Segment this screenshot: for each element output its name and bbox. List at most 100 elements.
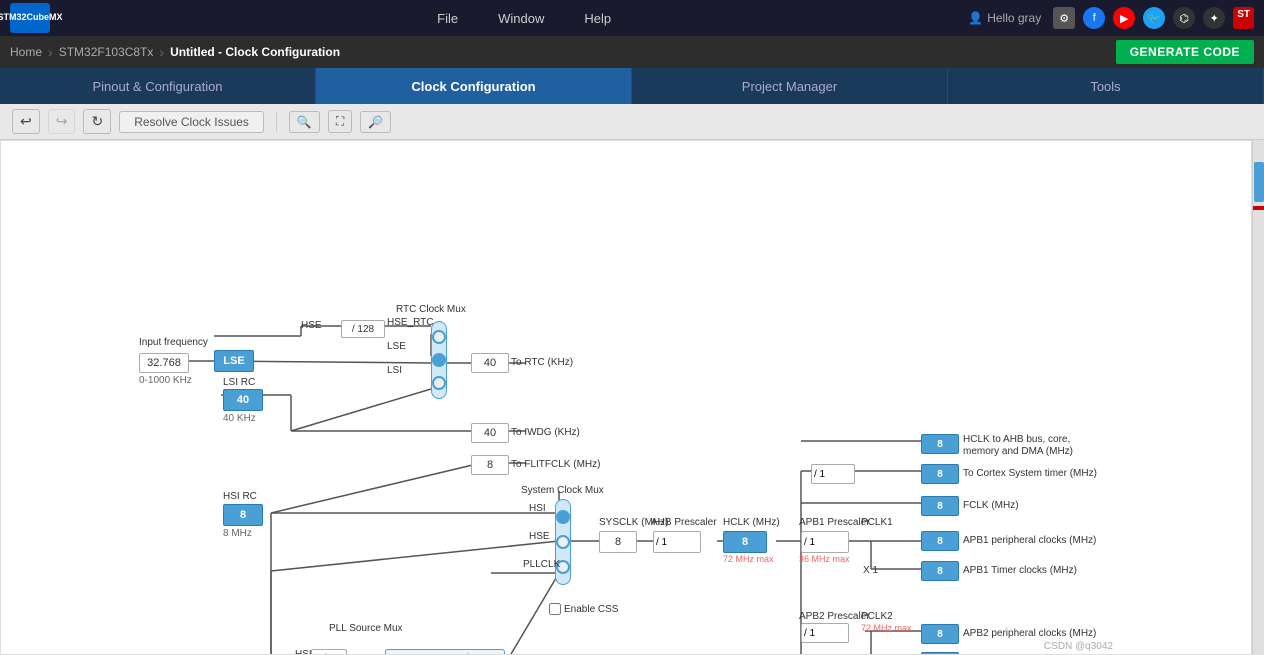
refresh-button[interactable]: ↻ bbox=[83, 109, 111, 134]
facebook-icon[interactable]: f bbox=[1083, 7, 1105, 29]
apb1-periph-box[interactable]: 8 bbox=[921, 531, 959, 551]
github-icon[interactable]: ⌬ bbox=[1173, 7, 1195, 29]
ahb-prescaler-label: AHB Prescaler bbox=[651, 517, 717, 528]
scrollbar-thumb[interactable] bbox=[1254, 162, 1264, 202]
user-label: Hello gray bbox=[987, 11, 1041, 25]
breadcrumb-sep-1: › bbox=[48, 44, 53, 60]
hsi-rc-box[interactable]: 8 bbox=[223, 504, 263, 526]
hclk-label: HCLK (MHz) bbox=[723, 517, 780, 528]
ahb-div-select[interactable]: / 1 bbox=[653, 531, 701, 553]
pclk2-max-label: 72 MHz max bbox=[861, 623, 912, 633]
rtc-mux-radio-1[interactable] bbox=[432, 330, 446, 344]
to-rtc-box[interactable]: 40 bbox=[471, 353, 509, 373]
hse-rtc-label: HSE_RTC bbox=[387, 317, 434, 328]
menu-file[interactable]: File bbox=[437, 11, 458, 26]
sys-clk-mux-label: System Clock Mux bbox=[521, 485, 604, 496]
lsi-mux-label: LSI bbox=[387, 365, 402, 376]
cortex-timer-label: To Cortex System timer (MHz) bbox=[963, 468, 1097, 479]
resolve-clock-button[interactable]: Resolve Clock Issues bbox=[119, 111, 264, 133]
lsi-khz-label: 40 KHz bbox=[223, 413, 256, 424]
cortex-div-select[interactable]: / 1 bbox=[811, 464, 855, 484]
pclk2-label: PCLK2 bbox=[861, 611, 893, 622]
rtc-mux-label: RTC Clock Mux bbox=[396, 304, 466, 315]
to-flit-box[interactable]: 8 bbox=[471, 455, 509, 475]
apb1-div-select[interactable]: / 1 bbox=[801, 531, 849, 553]
cortex-box[interactable]: 8 bbox=[921, 464, 959, 484]
apb1-timer-box[interactable]: 8 bbox=[921, 561, 959, 581]
right-scrollbar[interactable] bbox=[1252, 140, 1264, 655]
apb2-div-select[interactable]: / 1 bbox=[801, 623, 849, 643]
hclk-ahb2-label: memory and DMA (MHz) bbox=[963, 446, 1073, 457]
rtc-mux-radio-2[interactable] bbox=[432, 353, 446, 367]
menu-window[interactable]: Window bbox=[498, 11, 544, 26]
apb2-prescaler-label: APB2 Prescaler bbox=[799, 611, 870, 622]
pll-block bbox=[385, 649, 505, 655]
hclk-box[interactable]: 8 bbox=[723, 531, 767, 553]
to-flit-label: To FLITFCLK (MHz) bbox=[511, 459, 600, 470]
breadcrumb-bar: Home › STM32F103C8Tx › Untitled - Clock … bbox=[0, 36, 1264, 68]
hsi-pll-label: HSI bbox=[295, 649, 312, 655]
apb2-periph-box[interactable]: 8 bbox=[921, 624, 959, 644]
pll-src-mux-label: PLL Source Mux bbox=[329, 623, 403, 634]
lse-mux-label: LSE bbox=[387, 341, 406, 352]
lse-button[interactable]: LSE bbox=[214, 350, 254, 372]
st-logo: ST bbox=[1233, 7, 1254, 29]
sysclk-box[interactable]: 8 bbox=[599, 531, 637, 553]
sys-mux-hse[interactable] bbox=[556, 535, 570, 549]
toolbar-separator bbox=[276, 112, 277, 132]
tab-bar: Pinout & Configuration Clock Configurati… bbox=[0, 68, 1264, 104]
sys-clk-mux-block bbox=[555, 499, 571, 585]
breadcrumb-home[interactable]: Home bbox=[10, 45, 42, 59]
clock-diagram: Input frequency 32.768 0-1000 KHz LSE LS… bbox=[1, 141, 1121, 655]
stm32-logo: STM32 CubeMX bbox=[10, 3, 50, 33]
lse-freq-box[interactable]: 32.768 bbox=[139, 353, 189, 373]
tab-tools[interactable]: Tools bbox=[948, 68, 1264, 104]
zoom-in-button[interactable]: 🔍 bbox=[289, 111, 320, 133]
menu-help[interactable]: Help bbox=[584, 11, 611, 26]
apb1-max-label: 36 MHz max bbox=[799, 554, 850, 564]
hsi-mux-label: HSI bbox=[529, 503, 546, 514]
enable-css-label[interactable]: Enable CSS bbox=[549, 603, 618, 615]
hsi-div2-box[interactable]: / 2 bbox=[311, 649, 347, 655]
clock-canvas: Input frequency 32.768 0-1000 KHz LSE LS… bbox=[0, 140, 1252, 655]
youtube-icon[interactable]: ▶ bbox=[1113, 7, 1135, 29]
social-icons: ⚙ f ▶ 🐦 ⌬ ✦ ST bbox=[1053, 7, 1254, 29]
network-icon[interactable]: ✦ bbox=[1203, 7, 1225, 29]
tab-pinout[interactable]: Pinout & Configuration bbox=[0, 68, 316, 104]
to-iwdg-label: To IWDG (KHz) bbox=[511, 427, 580, 438]
watermark: CSDN @q3042 bbox=[1044, 641, 1113, 652]
tab-project[interactable]: Project Manager bbox=[632, 68, 948, 104]
hsi-mhz-label: 8 MHz bbox=[223, 528, 252, 539]
to-iwdg-box[interactable]: 40 bbox=[471, 423, 509, 443]
breadcrumb-sep-2: › bbox=[159, 44, 164, 60]
enable-css-checkbox[interactable] bbox=[549, 603, 561, 615]
apb1-timer-label: APB1 Timer clocks (MHz) bbox=[963, 565, 1077, 576]
hse-128-box[interactable]: / 128 bbox=[341, 320, 385, 338]
top-bar: STM32 CubeMX File Window Help 👤 Hello gr… bbox=[0, 0, 1264, 36]
toolbar: ↩ ↪ ↻ Resolve Clock Issues 🔍 ⛶ 🔍 bbox=[0, 104, 1264, 140]
tab-clock[interactable]: Clock Configuration bbox=[316, 68, 632, 104]
redo-button[interactable]: ↪ bbox=[48, 109, 76, 134]
undo-button[interactable]: ↩ bbox=[12, 109, 40, 134]
generate-code-button[interactable]: GENERATE CODE bbox=[1116, 40, 1254, 64]
hse-mux-label: HSE bbox=[529, 531, 550, 542]
rtc-mux-radio-3[interactable] bbox=[432, 376, 446, 390]
apb1-x1-label: X 1 bbox=[863, 565, 878, 576]
twitter-icon[interactable]: 🐦 bbox=[1143, 7, 1165, 29]
fclk-box[interactable]: 8 bbox=[921, 496, 959, 516]
sys-mux-hsi[interactable] bbox=[556, 510, 570, 524]
hclk-ahb-box[interactable]: 8 bbox=[921, 434, 959, 454]
hse-top-label: HSE bbox=[301, 320, 322, 331]
to-rtc-label: To RTC (KHz) bbox=[511, 357, 573, 368]
fit-button[interactable]: ⛶ bbox=[328, 110, 352, 133]
apb1-prescaler-label: APB1 Prescaler bbox=[799, 517, 870, 528]
zoom-out-button[interactable]: 🔍 bbox=[360, 111, 391, 133]
rtc-mux-block bbox=[431, 321, 447, 399]
user-area: 👤 Hello gray ⚙ f ▶ 🐦 ⌬ ✦ ST bbox=[968, 7, 1254, 29]
settings-icon[interactable]: ⚙ bbox=[1053, 7, 1075, 29]
breadcrumb-title: Untitled - Clock Configuration bbox=[170, 45, 340, 59]
nav-menu: File Window Help bbox=[80, 11, 968, 26]
input-freq-top-label: Input frequency bbox=[139, 337, 208, 348]
lsi-rc-box[interactable]: 40 bbox=[223, 389, 263, 411]
breadcrumb-chip[interactable]: STM32F103C8Tx bbox=[59, 45, 154, 59]
